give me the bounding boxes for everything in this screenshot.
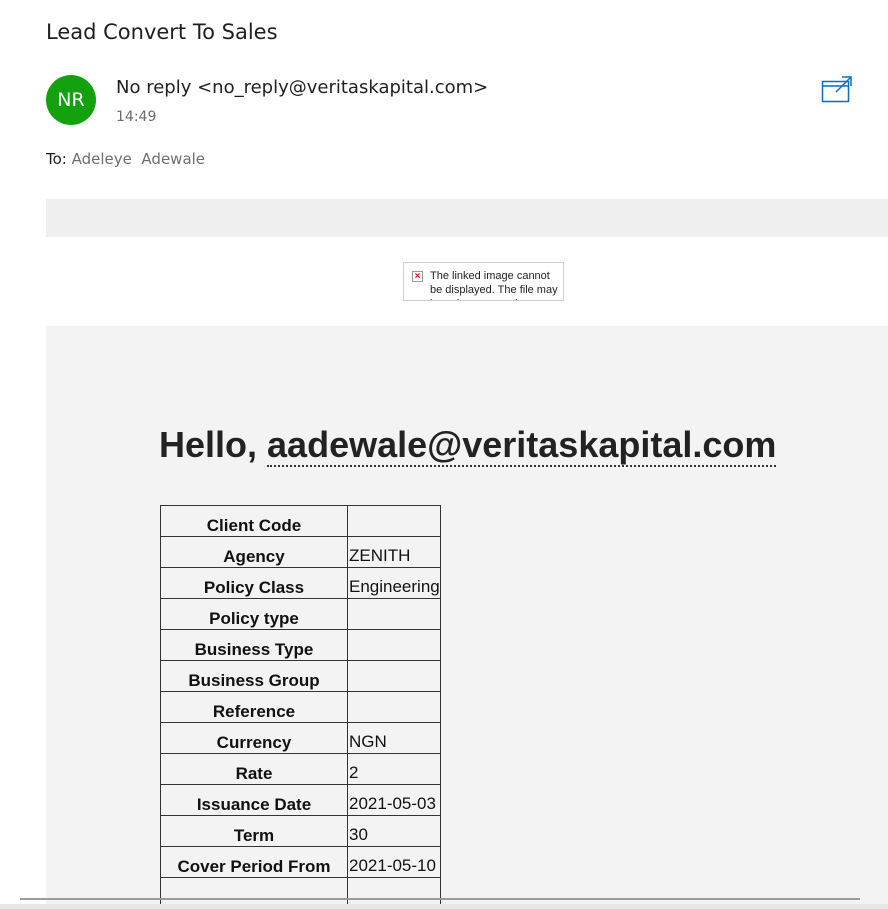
table-row: Client Code <box>160 505 441 537</box>
lead-details-table: Client Code Agency ZENITH Policy Class Engin… <box>160 505 441 909</box>
recipient-email-link[interactable]: aadewale@veritaskapital.com <box>267 424 777 467</box>
avatar-initials: NR <box>57 89 85 111</box>
field-value: 2021-05-10 <box>347 846 441 878</box>
table-row: Reference <box>160 691 441 723</box>
field-label: Agency <box>160 536 348 568</box>
field-label: Reference <box>160 691 348 723</box>
field-value: Engineering <box>347 567 441 599</box>
table-row: Rate 2 <box>160 753 441 785</box>
sender-name[interactable]: No reply <no_reply@veritaskapital.com> <box>116 77 488 98</box>
table-row: Currency NGN <box>160 722 441 754</box>
field-label: Issuance Date <box>160 784 348 816</box>
sender-avatar[interactable]: NR <box>46 75 96 125</box>
field-value <box>347 691 441 723</box>
table-row: Business Type <box>160 629 441 661</box>
table-row: Issuance Date 2021-05-03 <box>160 784 441 816</box>
field-label: Currency <box>160 722 348 754</box>
recipient-name[interactable]: Adeleye Adewale <box>72 150 205 168</box>
greeting-heading: Hello, aadewale@veritaskapital.com <box>159 424 777 467</box>
field-value <box>347 660 441 692</box>
field-label: Policy Class <box>160 567 348 599</box>
email-body-panel: Hello, aadewale@veritaskapital.com Clien… <box>46 326 888 909</box>
field-value: NGN <box>347 722 441 754</box>
field-label: Rate <box>160 753 348 785</box>
table-row: Agency ZENITH <box>160 536 441 568</box>
field-label: Business Group <box>160 660 348 692</box>
message-time: 14:49 <box>116 109 157 125</box>
field-value: 30 <box>347 815 441 847</box>
table-row: Cover Period From 2021-05-10 <box>160 846 441 878</box>
field-label: Client Code <box>160 505 348 537</box>
field-value <box>347 629 441 661</box>
field-value: ZENITH <box>347 536 441 568</box>
open-in-new-window-icon[interactable] <box>821 75 853 105</box>
table-row: Term 30 <box>160 815 441 847</box>
to-label: To: <box>46 150 67 168</box>
table-row: Business Group <box>160 660 441 692</box>
field-label: Cover Period From <box>160 846 348 878</box>
email-subject: Lead Convert To Sales <box>46 20 278 44</box>
field-label: Term <box>160 815 348 847</box>
scrollbar-track[interactable] <box>0 904 888 909</box>
divider <box>20 898 860 900</box>
field-value: 2021-05-03 <box>347 784 441 816</box>
broken-image-icon: × <box>412 271 423 282</box>
field-value <box>347 598 441 630</box>
field-label: Policy type <box>160 598 348 630</box>
greeting-word: Hello, <box>159 424 258 465</box>
field-label: Business Type <box>160 629 348 661</box>
table-row: Policy Class Engineering <box>160 567 441 599</box>
field-value <box>347 505 441 537</box>
email-header-band <box>46 199 888 237</box>
field-value: 2 <box>347 753 441 785</box>
to-line: To: Adeleye Adewale <box>46 150 205 168</box>
broken-image-placeholder: × The linked image cannot be displayed. … <box>403 262 564 301</box>
broken-image-text: The linked image cannot be displayed. Th… <box>430 270 558 300</box>
table-row: Policy type <box>160 598 441 630</box>
